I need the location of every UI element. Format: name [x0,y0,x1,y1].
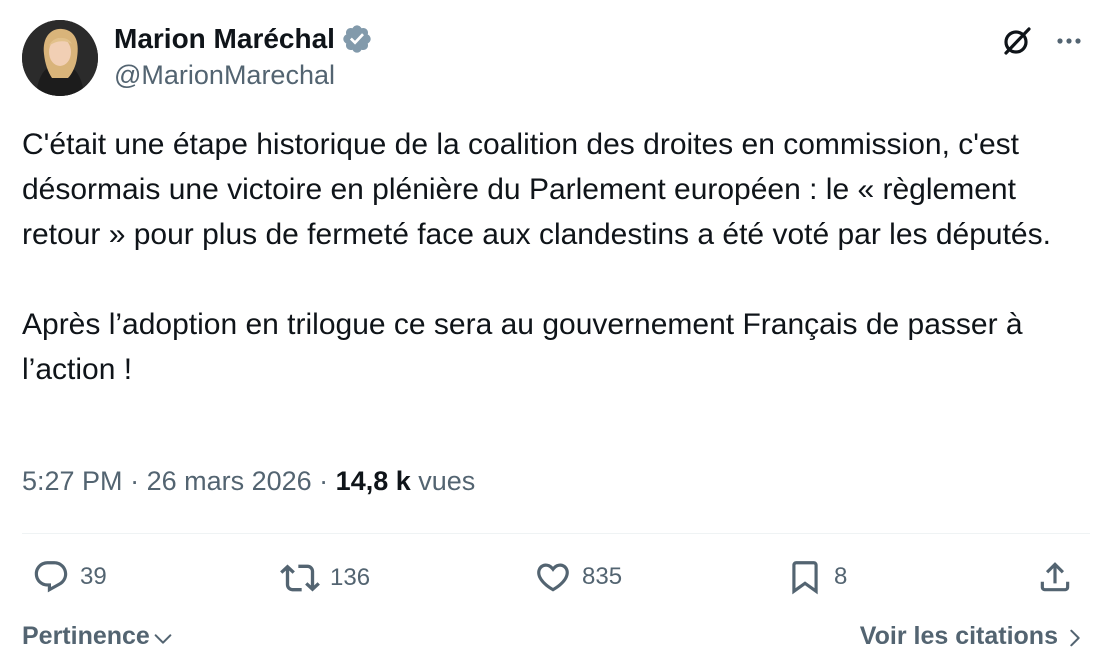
handle[interactable]: @MarionMarechal [114,60,373,91]
replies-footer: Pertinence Voir les citations [22,622,1086,658]
chevron-down-icon [154,633,172,644]
verified-badge-icon[interactable] [341,23,373,55]
display-name[interactable]: Marion Maréchal [114,23,335,55]
views-count[interactable]: 14,8 k [336,466,411,497]
grok-icon[interactable] [1000,24,1034,58]
repost-count: 136 [330,564,371,591]
bookmark-icon [792,561,818,595]
sort-dropdown[interactable]: Pertinence [22,622,174,651]
like-button[interactable]: 835 [534,558,622,596]
divider [22,533,1090,534]
avatar[interactable] [22,20,98,96]
author-block: Marion Maréchal @MarionMarechal [114,20,373,91]
tweet-time[interactable]: 5:27 PM [22,466,123,497]
chevron-right-icon [1070,629,1080,646]
action-bar: 39 136 835 8 [22,558,1092,604]
tweet-meta: 5:27 PM · 26 mars 2026 · 14,8 k vues [22,466,475,497]
share-icon [1040,562,1070,592]
top-actions [1000,24,1086,58]
reply-button[interactable]: 39 [32,558,107,596]
more-icon[interactable] [1052,24,1086,58]
like-icon [537,563,569,592]
reply-icon [34,561,68,593]
share-button[interactable] [1036,558,1074,596]
bookmark-button[interactable]: 8 [786,558,847,596]
tweet-detail: Marion Maréchal @MarionMarechal C'était … [0,0,1112,668]
reply-count: 39 [80,563,107,590]
quotes-label: Voir les citations [859,622,1058,650]
tweet-text: C'était une étape historique de la coali… [22,122,1092,392]
views-label: vues [418,466,476,496]
meta-space [411,466,419,497]
like-count: 835 [582,563,623,590]
name-row: Marion Maréchal [114,20,373,58]
view-quotes-link[interactable]: Voir les citations [860,622,1086,651]
meta-separator: · [122,466,147,496]
repost-icon [280,564,320,592]
repost-button[interactable]: 136 [280,558,370,598]
tweet-paragraph: C'était une étape historique de la coali… [22,128,1051,251]
tweet-date[interactable]: 26 mars 2026 [147,466,312,497]
tweet-paragraph: Après l’adoption en trilogue ce sera au … [22,308,1031,386]
meta-separator: · [311,466,336,496]
bookmark-count: 8 [834,563,848,590]
sort-label: Pertinence [22,622,150,650]
